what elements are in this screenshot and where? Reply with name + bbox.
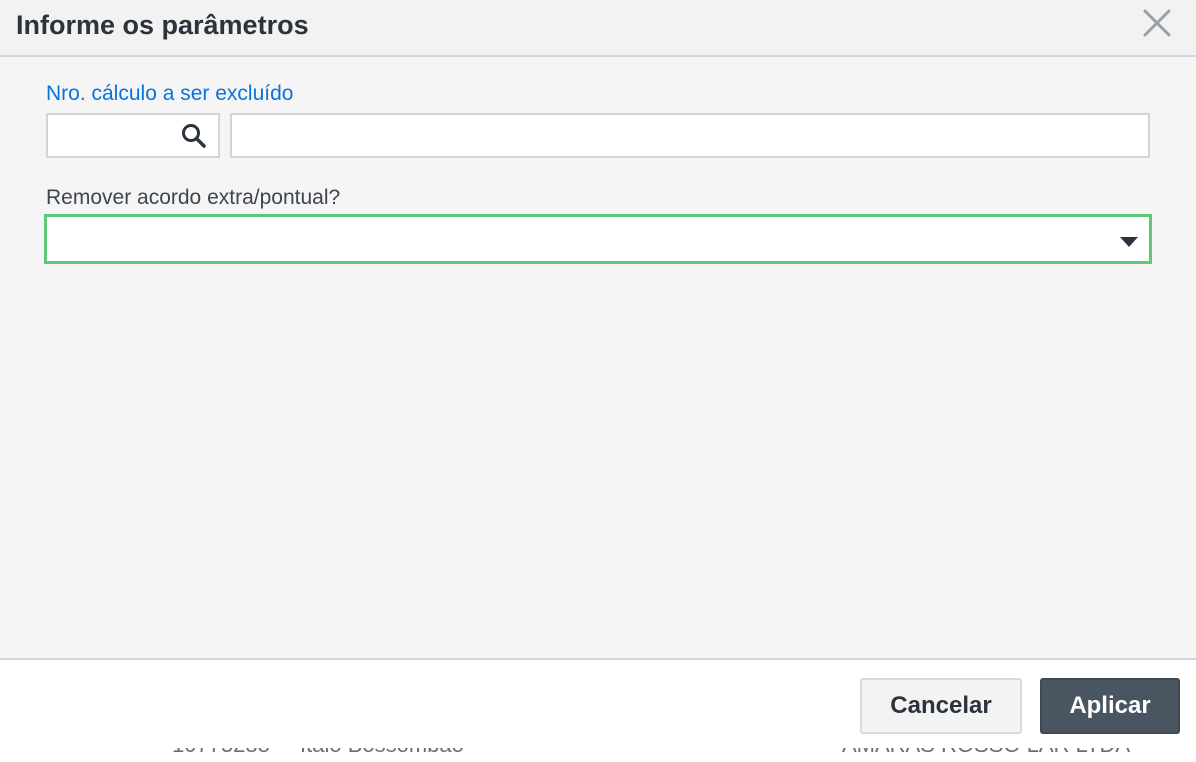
caret-down-icon: [1119, 235, 1139, 247]
calc-code-field[interactable]: [46, 113, 220, 158]
dialog-header: Informe os parâmetros: [0, 0, 1196, 57]
apply-button[interactable]: Aplicar: [1040, 678, 1180, 734]
calc-number-label[interactable]: Nro. cálculo a ser excluído: [46, 82, 293, 106]
dialog-footer: Cancelar Aplicar: [0, 658, 1196, 748]
close-icon[interactable]: [1140, 6, 1174, 40]
calc-description-field[interactable]: [230, 113, 1150, 158]
remove-agreement-select[interactable]: [44, 214, 1152, 264]
dialog-title: Informe os parâmetros: [16, 10, 309, 40]
remove-agreement-label: Remover acordo extra/pontual?: [46, 186, 341, 209]
parameters-dialog: Informe os parâmetros Nro. cálculo a ser…: [0, 0, 1196, 748]
search-icon[interactable]: [180, 122, 208, 150]
calc-description-input[interactable]: [238, 119, 1142, 154]
cancel-button[interactable]: Cancelar: [860, 678, 1022, 734]
calc-code-input[interactable]: [52, 119, 176, 154]
